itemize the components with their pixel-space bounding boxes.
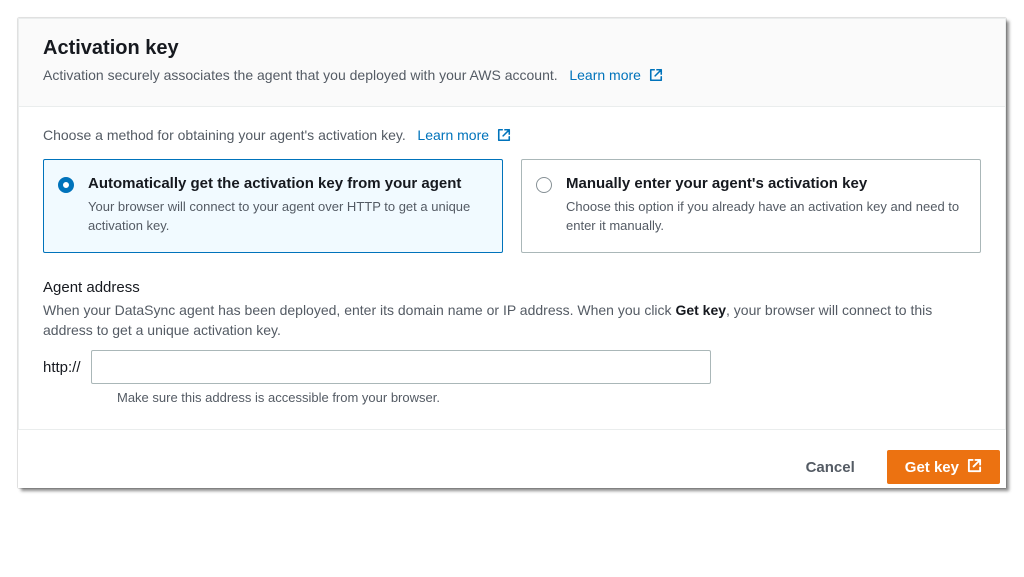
option-desc: Choose this option if you already have a… xyxy=(566,198,964,236)
external-link-icon xyxy=(497,128,511,145)
agent-address-section: Agent address When your DataSync agent h… xyxy=(43,279,981,406)
panel-header: Activation key Activation securely assoc… xyxy=(19,19,1005,107)
option-auto[interactable]: Automatically get the activation key fro… xyxy=(43,159,503,253)
method-intro: Choose a method for obtaining your agent… xyxy=(43,127,981,145)
agent-address-hint: Make sure this address is accessible fro… xyxy=(117,390,981,405)
activation-key-panel: Activation key Activation securely assoc… xyxy=(18,18,1006,430)
page-subtitle: Activation securely associates the agent… xyxy=(43,66,981,88)
method-options: Automatically get the activation key fro… xyxy=(43,159,981,253)
radio-icon xyxy=(58,177,74,193)
agent-address-help: When your DataSync agent has been deploy… xyxy=(43,300,981,341)
agent-address-input[interactable] xyxy=(91,350,711,384)
agent-address-label: Agent address xyxy=(43,279,981,296)
page-title: Activation key xyxy=(43,37,981,60)
learn-more-link-method[interactable]: Learn more xyxy=(417,127,510,143)
footer-actions: Cancel Get key xyxy=(18,430,1006,488)
option-manual[interactable]: Manually enter your agent's activation k… xyxy=(521,159,981,253)
option-desc: Your browser will connect to your agent … xyxy=(88,198,486,236)
http-prefix: http:// xyxy=(43,359,81,376)
external-link-icon xyxy=(967,458,982,477)
cancel-button[interactable]: Cancel xyxy=(788,450,873,484)
option-title: Manually enter your agent's activation k… xyxy=(566,174,964,194)
learn-more-link-header[interactable]: Learn more xyxy=(569,67,662,83)
option-title: Automatically get the activation key fro… xyxy=(88,174,486,194)
get-key-button[interactable]: Get key xyxy=(887,450,1000,484)
agent-address-row: http:// xyxy=(43,350,981,384)
radio-icon xyxy=(536,177,552,193)
panel-body: Choose a method for obtaining your agent… xyxy=(19,107,1005,430)
external-link-icon xyxy=(649,68,663,88)
